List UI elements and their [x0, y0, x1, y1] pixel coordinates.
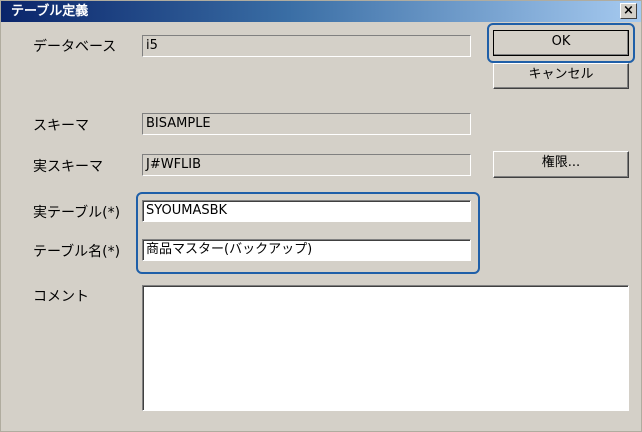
real-schema-field[interactable]: J#WFLIB [142, 154, 471, 176]
permissions-button[interactable]: 権限... [493, 151, 629, 178]
close-button[interactable]: × [620, 3, 637, 19]
close-icon: × [623, 3, 634, 18]
real-schema-label: 実スキーマ [33, 159, 103, 175]
comment-textarea[interactable] [142, 285, 629, 411]
real-table-input[interactable]: SYOUMASBK [142, 200, 471, 222]
schema-label: スキーマ [33, 118, 89, 134]
dialog-title: テーブル定義 [11, 4, 89, 19]
cancel-button[interactable]: キャンセル [493, 63, 629, 89]
table-name-input[interactable]: 商品マスター(バックアップ) [142, 239, 471, 261]
real-table-label: 実テーブル(*) [33, 205, 121, 221]
table-definition-dialog: テーブル定義 × データベース i5 スキーマ BISAMPLE 実スキーマ J… [0, 0, 642, 432]
database-field[interactable]: i5 [142, 35, 471, 57]
schema-field[interactable]: BISAMPLE [142, 113, 471, 135]
database-label: データベース [33, 39, 117, 55]
comment-label: コメント [33, 289, 89, 305]
table-name-label: テーブル名(*) [33, 244, 121, 260]
ok-button[interactable]: OK [493, 30, 629, 56]
title-bar[interactable]: テーブル定義 × [1, 1, 641, 22]
